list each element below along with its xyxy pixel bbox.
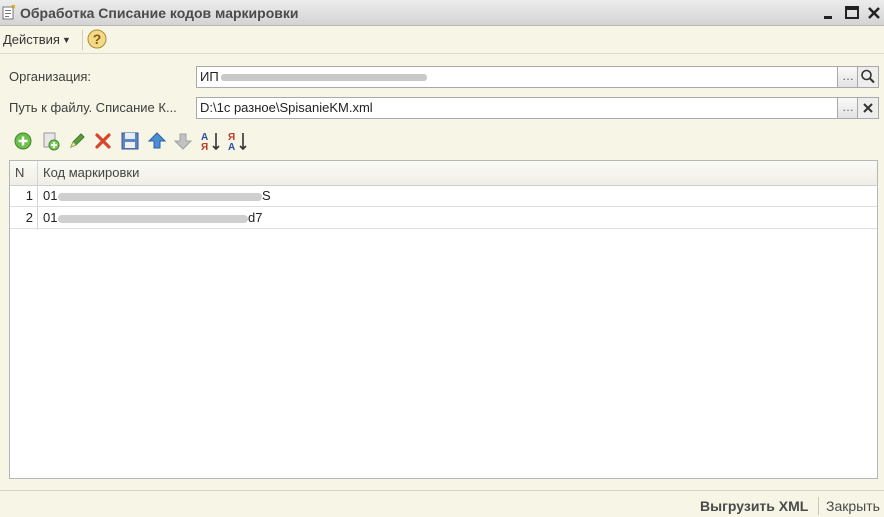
file-path-value: D:\1с разное\SpisanieKM.xml: [200, 100, 373, 115]
search-icon[interactable]: [857, 66, 879, 88]
help-icon[interactable]: ?: [86, 28, 108, 50]
table-row[interactable]: 2 01 d7: [10, 207, 877, 229]
svg-text:A: A: [228, 142, 235, 153]
edit-icon[interactable]: [65, 129, 89, 153]
marking-code-tail: S: [262, 188, 271, 203]
save-icon[interactable]: [118, 129, 142, 153]
add-icon[interactable]: [11, 129, 35, 153]
svg-text:Я: Я: [201, 142, 208, 153]
redacted-text: [221, 74, 427, 81]
title-bar: Обработка Списание кодов маркировки: [0, 0, 884, 26]
chevron-down-icon: ▼: [61, 35, 71, 45]
table-row[interactable]: 1 01 S: [10, 185, 877, 207]
file-path-field[interactable]: D:\1с разное\SpisanieKM.xml: [196, 97, 838, 119]
row-number: 2: [25, 210, 33, 225]
column-header-n[interactable]: N: [15, 165, 24, 180]
move-up-icon[interactable]: [145, 129, 169, 153]
separator: [818, 497, 819, 515]
actions-menu[interactable]: Действия ▼: [3, 32, 71, 47]
redacted-text: [58, 215, 248, 223]
column-header-code[interactable]: Код маркировки: [43, 165, 139, 180]
marking-code-tail: d7: [248, 210, 263, 225]
minimize-icon[interactable]: [818, 3, 838, 23]
table-header: N Код маркировки: [10, 161, 877, 186]
organization-field[interactable]: ИП: [196, 66, 838, 88]
row-number: 1: [25, 188, 33, 203]
organization-label: Организация:: [9, 69, 92, 84]
sort-descending-icon[interactable]: Я A: [226, 129, 250, 153]
file-path-select-button[interactable]: …: [837, 97, 859, 119]
delete-icon[interactable]: [91, 129, 115, 153]
window-title: Обработка Списание кодов маркировки: [20, 5, 299, 21]
sort-ascending-icon[interactable]: A Я: [199, 129, 223, 153]
organization-value: ИП: [200, 69, 219, 84]
close-icon[interactable]: [864, 3, 884, 23]
svg-text:?: ?: [93, 31, 102, 47]
organization-select-button[interactable]: …: [837, 66, 859, 88]
command-bar: Действия ▼ ?: [0, 26, 884, 54]
file-path-label: Путь к файлу. Списание К...: [9, 100, 177, 115]
marking-code: 01: [43, 188, 58, 203]
clear-icon[interactable]: [857, 97, 879, 119]
export-xml-button[interactable]: Выгрузить XML: [700, 498, 808, 514]
move-down-icon[interactable]: [171, 129, 195, 153]
actions-menu-label: Действия: [3, 32, 60, 47]
processing-app-icon: [2, 5, 15, 20]
maximize-icon[interactable]: [842, 3, 862, 23]
marking-codes-table[interactable]: N Код маркировки 1 01 S 2 01 d7: [9, 160, 878, 479]
redacted-text: [58, 193, 262, 201]
marking-code: 01: [43, 210, 58, 225]
close-button[interactable]: Закрыть: [826, 498, 880, 514]
footer-bar: Выгрузить XML Закрыть: [0, 490, 884, 517]
separator: [82, 30, 83, 50]
copy-icon[interactable]: [39, 129, 63, 153]
